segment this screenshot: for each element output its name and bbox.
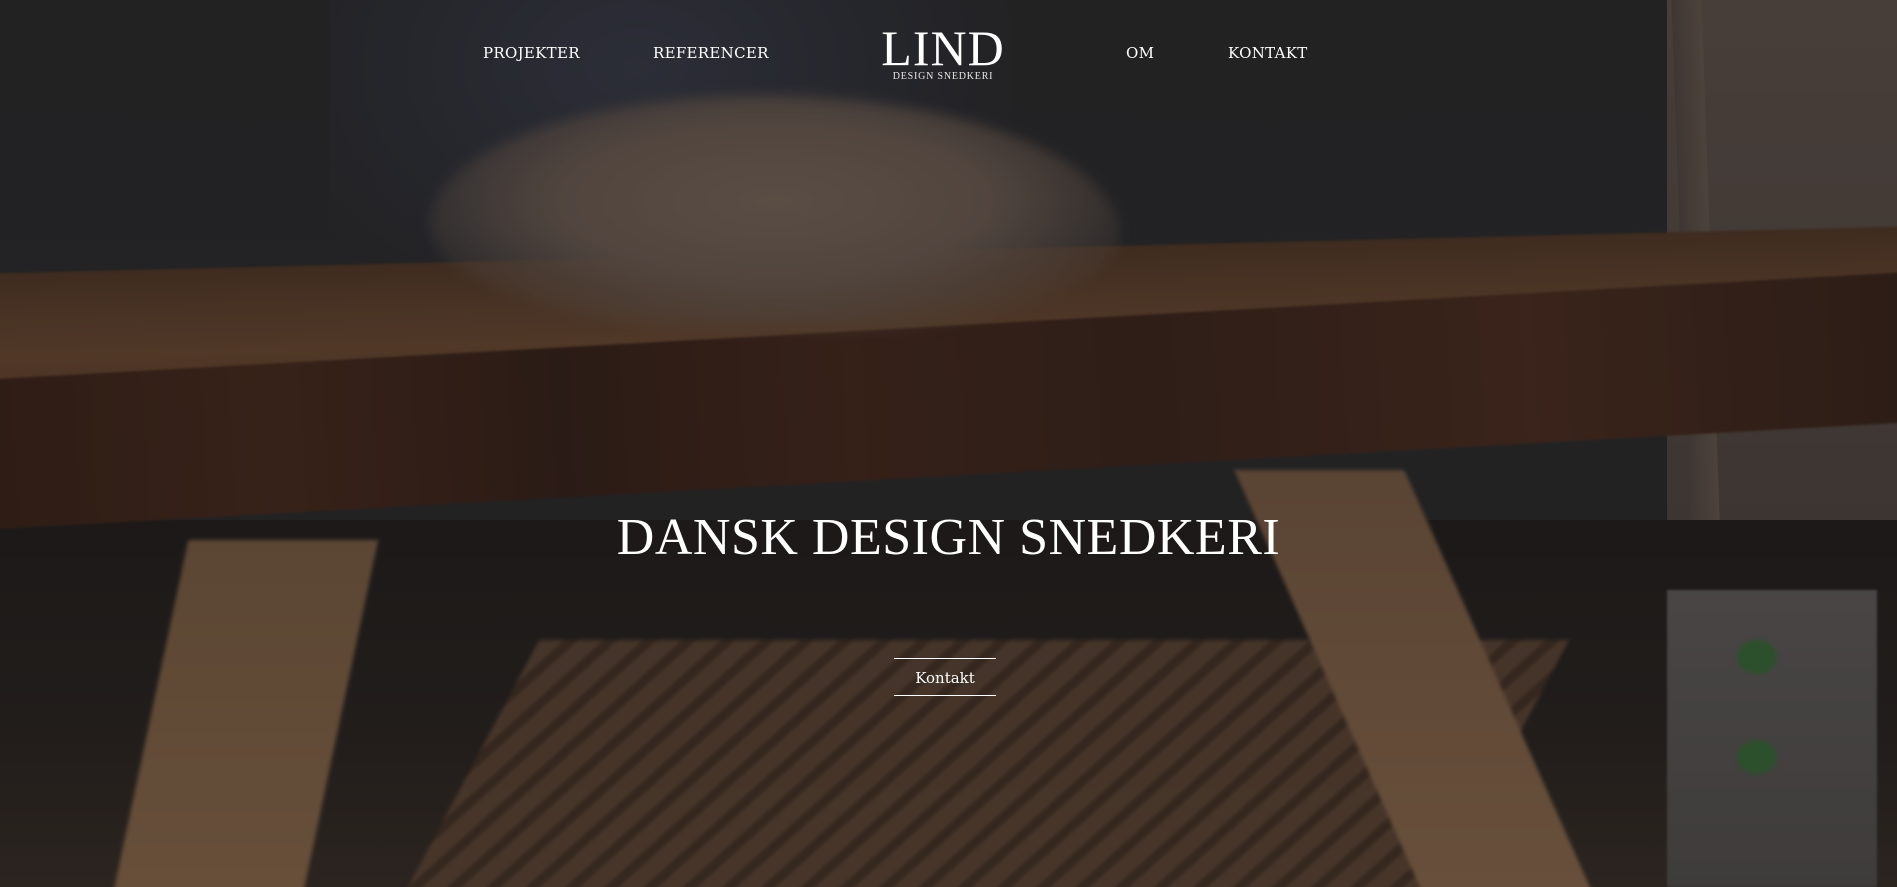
contact-button[interactable]: Kontakt bbox=[894, 658, 996, 696]
logo-tagline: DESIGN SNEDKERI bbox=[892, 71, 994, 82]
background-hand bbox=[430, 95, 1120, 330]
nav-link-projekter[interactable]: PROJEKTER bbox=[483, 43, 580, 63]
background-table-leg-left bbox=[111, 540, 379, 887]
logo-wordmark: LIND bbox=[881, 20, 1005, 76]
background-wall bbox=[1667, 0, 1897, 887]
background-box-handle bbox=[1737, 740, 1777, 774]
nav-link-om[interactable]: OM bbox=[1126, 43, 1154, 63]
hero-title: DANSK DESIGN SNEDKERI bbox=[616, 509, 1281, 566]
background-table-top bbox=[0, 226, 1897, 414]
background-shelf-frame bbox=[1671, 0, 1733, 887]
dark-overlay bbox=[0, 0, 1897, 887]
site-logo[interactable]: LIND DESIGN SNEDKERI bbox=[878, 20, 1008, 83]
nav-link-kontakt[interactable]: KONTAKT bbox=[1228, 43, 1308, 63]
background-floor-shadow bbox=[0, 520, 1897, 887]
background-tool-boxes bbox=[1667, 590, 1877, 887]
background-table-edge bbox=[0, 271, 1897, 530]
background-box-handle bbox=[1737, 640, 1777, 674]
nav-link-referencer[interactable]: REFERENCER bbox=[653, 43, 769, 63]
hero-section: PROJEKTER REFERENCER LIND DESIGN SNEDKER… bbox=[0, 0, 1897, 887]
